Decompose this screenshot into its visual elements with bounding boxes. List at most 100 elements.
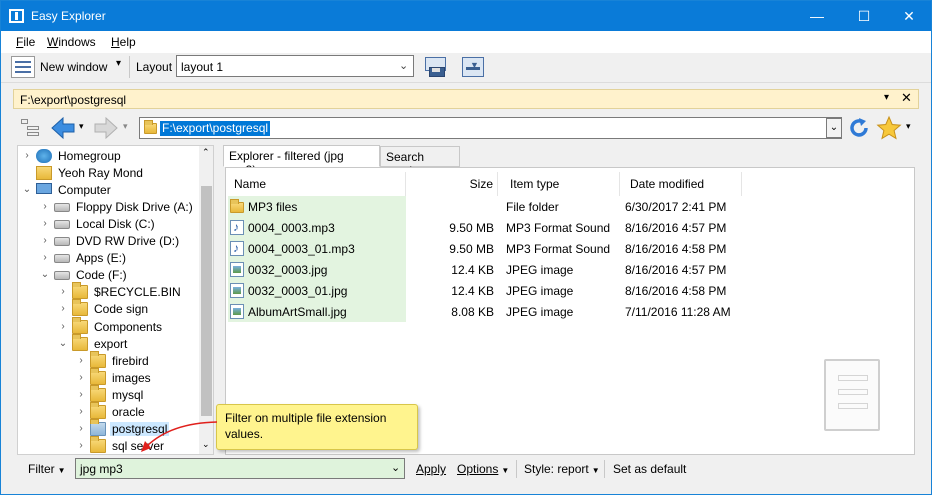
view-tabs: Explorer - filtered (jpg mp3) Search res… — [223, 145, 523, 178]
expand-right-icon[interactable]: › — [58, 303, 68, 315]
drive-icon — [54, 254, 70, 264]
address-value: F:\export\postgresql — [160, 121, 271, 136]
tree-item[interactable]: ⌄ Code (F:) — [18, 267, 200, 284]
tree-item[interactable]: › Floppy Disk Drive (A:) — [18, 199, 200, 216]
file-row[interactable]: 0004_0003.mp3 9.50 MB MP3 Format Sound 8/16… — [226, 217, 914, 238]
menu-file[interactable]: File — [16, 35, 35, 49]
tree-item[interactable]: › Code sign — [18, 299, 200, 318]
column-header-date[interactable]: Date modified — [620, 172, 742, 196]
filter-dropdown[interactable]: Filter ▼ — [28, 462, 66, 476]
tree-item-label: Homegroup — [58, 149, 121, 163]
tree-item[interactable]: › $RECYCLE.BIN — [18, 282, 200, 301]
favorites-dropdown-icon[interactable]: ▾ — [906, 121, 911, 132]
back-arrow-icon[interactable] — [50, 115, 76, 141]
address-dropdown-icon[interactable]: ⌄ — [826, 118, 842, 138]
tree-item[interactable]: › Homegroup — [18, 148, 200, 165]
file-type: MP3 Format Sound — [506, 242, 611, 256]
file-row[interactable]: 0032_0003_01.jpg 12.4 KB JPEG image 8/16/20… — [226, 280, 914, 301]
expand-right-icon[interactable]: › — [40, 201, 50, 213]
set-as-default-button[interactable]: Set as default — [613, 462, 686, 476]
file-row[interactable]: AlbumArtSmall.jpg 8.08 KB JPEG image 7/11/2… — [226, 301, 914, 322]
expand-down-icon[interactable]: ⌄ — [40, 269, 50, 281]
tree-item[interactable]: › Components — [18, 316, 200, 336]
forward-history-dropdown-icon[interactable]: ▾ — [123, 121, 128, 132]
tree-item[interactable]: Yeoh Ray Mond — [18, 165, 200, 182]
tree-item[interactable]: ⌄ Computer — [18, 182, 200, 199]
tree-item[interactable]: ⌄ export — [18, 333, 200, 353]
layout-select[interactable]: layout 1 ⌄ — [176, 55, 414, 77]
tree-scroll-thumb[interactable] — [201, 186, 212, 416]
chevron-down-icon[interactable]: ⌄ — [391, 461, 400, 474]
expand-right-icon[interactable]: › — [76, 440, 86, 452]
expand-right-icon[interactable]: › — [76, 355, 86, 367]
expand-right-icon[interactable]: › — [76, 423, 86, 435]
apply-button[interactable]: Apply — [416, 462, 446, 476]
address-input[interactable]: F:\export\postgresql — [139, 117, 842, 139]
tree-toggle-icon[interactable] — [19, 117, 41, 139]
close-button[interactable]: ✕ — [886, 1, 931, 31]
folder-icon — [144, 120, 157, 134]
file-row[interactable]: 0004_0003_01.mp3 9.50 MB MP3 Format Sound 8… — [226, 238, 914, 259]
column-header-type[interactable]: Item type — [498, 172, 620, 196]
menu-help[interactable]: Help — [111, 35, 136, 49]
tab-search-results[interactable]: Search results — [380, 146, 460, 178]
expand-right-icon[interactable]: › — [76, 372, 86, 384]
window-title: Easy Explorer — [31, 9, 106, 23]
tab-explorer-filtered[interactable]: Explorer - filtered (jpg mp3) — [223, 145, 380, 177]
new-window-icon[interactable] — [11, 56, 35, 78]
tree-item[interactable]: › firebird — [18, 350, 200, 370]
filter-bar: Filter ▼ jpg mp3 ⌄ Apply Options ▼ Style: … — [13, 457, 919, 481]
file-size: 9.50 MB — [449, 242, 494, 256]
scroll-up-icon[interactable]: ⌃ — [202, 147, 210, 158]
expand-right-icon[interactable]: › — [76, 406, 86, 418]
pathbar-dropdown-icon[interactable]: ▾ — [884, 92, 889, 103]
floppy-icon — [54, 203, 70, 213]
chevron-down-icon: ⌄ — [399, 60, 409, 72]
options-dropdown[interactable]: Options ▼ — [457, 462, 509, 476]
menu-windows[interactable]: Windows — [47, 35, 96, 49]
expand-right-icon[interactable]: › — [22, 150, 32, 162]
save-layout-icon[interactable] — [424, 55, 448, 79]
filter-input[interactable]: jpg mp3 ⌄ — [75, 458, 405, 479]
tree-item[interactable]: › images — [18, 367, 200, 387]
maximize-button[interactable]: ☐ — [841, 1, 887, 31]
column-header-name[interactable]: Name — [226, 172, 406, 196]
tree-item[interactable]: › mysql — [18, 384, 200, 404]
title-bar[interactable]: Easy Explorer — ☐ ✕ — [1, 1, 931, 31]
folder-icon — [90, 350, 106, 368]
tree-item[interactable]: › DVD RW Drive (D:) — [18, 233, 200, 250]
app-icon — [9, 9, 24, 23]
refresh-icon[interactable] — [847, 116, 871, 140]
expand-right-icon[interactable]: › — [58, 321, 68, 333]
tree-item[interactable]: › Apps (E:) — [18, 250, 200, 267]
expand-right-icon[interactable]: › — [40, 252, 50, 264]
load-layout-icon[interactable]: ▼ — [461, 55, 485, 79]
tree-item-label: images — [112, 370, 151, 385]
new-window-button[interactable]: New window — [40, 60, 107, 74]
expand-right-icon[interactable]: › — [58, 286, 68, 298]
tree-scrollbar[interactable]: ⌃ ⌄ — [199, 146, 213, 454]
column-header-size[interactable]: Size — [406, 172, 498, 196]
expand-down-icon[interactable]: ⌄ — [58, 338, 68, 350]
file-row[interactable]: 0032_0003.jpg 12.4 KB JPEG image 8/16/2016 … — [226, 259, 914, 280]
folder-icon — [90, 435, 106, 453]
style-dropdown[interactable]: Style: report ▼ — [524, 462, 600, 476]
expand-right-icon[interactable]: › — [40, 218, 50, 230]
file-size: 8.08 KB — [451, 305, 494, 319]
expand-down-icon[interactable]: ⌄ — [22, 184, 32, 196]
tree-item[interactable]: › Local Disk (C:) — [18, 216, 200, 233]
back-history-dropdown-icon[interactable]: ▾ — [79, 121, 84, 132]
minimize-button[interactable]: — — [794, 1, 840, 31]
folder-tree[interactable]: › Homegroup Yeoh Ray Mond ⌄ Computer › Floppy … — [17, 145, 214, 455]
file-row[interactable]: MP3 files File folder 6/30/2017 2:41 PM — [226, 196, 914, 217]
expand-right-icon[interactable]: › — [40, 235, 50, 247]
pathbar-close-icon[interactable]: ✕ — [901, 90, 912, 106]
folder-icon — [72, 299, 88, 317]
new-window-dropdown-icon[interactable]: ▾ — [116, 58, 121, 69]
tree-item-label: Local Disk (C:) — [76, 217, 155, 232]
forward-arrow-icon[interactable] — [93, 115, 119, 141]
file-date: 8/16/2016 4:57 PM — [625, 263, 727, 277]
favorites-star-icon[interactable] — [876, 115, 902, 141]
tree-item-label: firebird — [112, 353, 149, 368]
expand-right-icon[interactable]: › — [76, 389, 86, 401]
